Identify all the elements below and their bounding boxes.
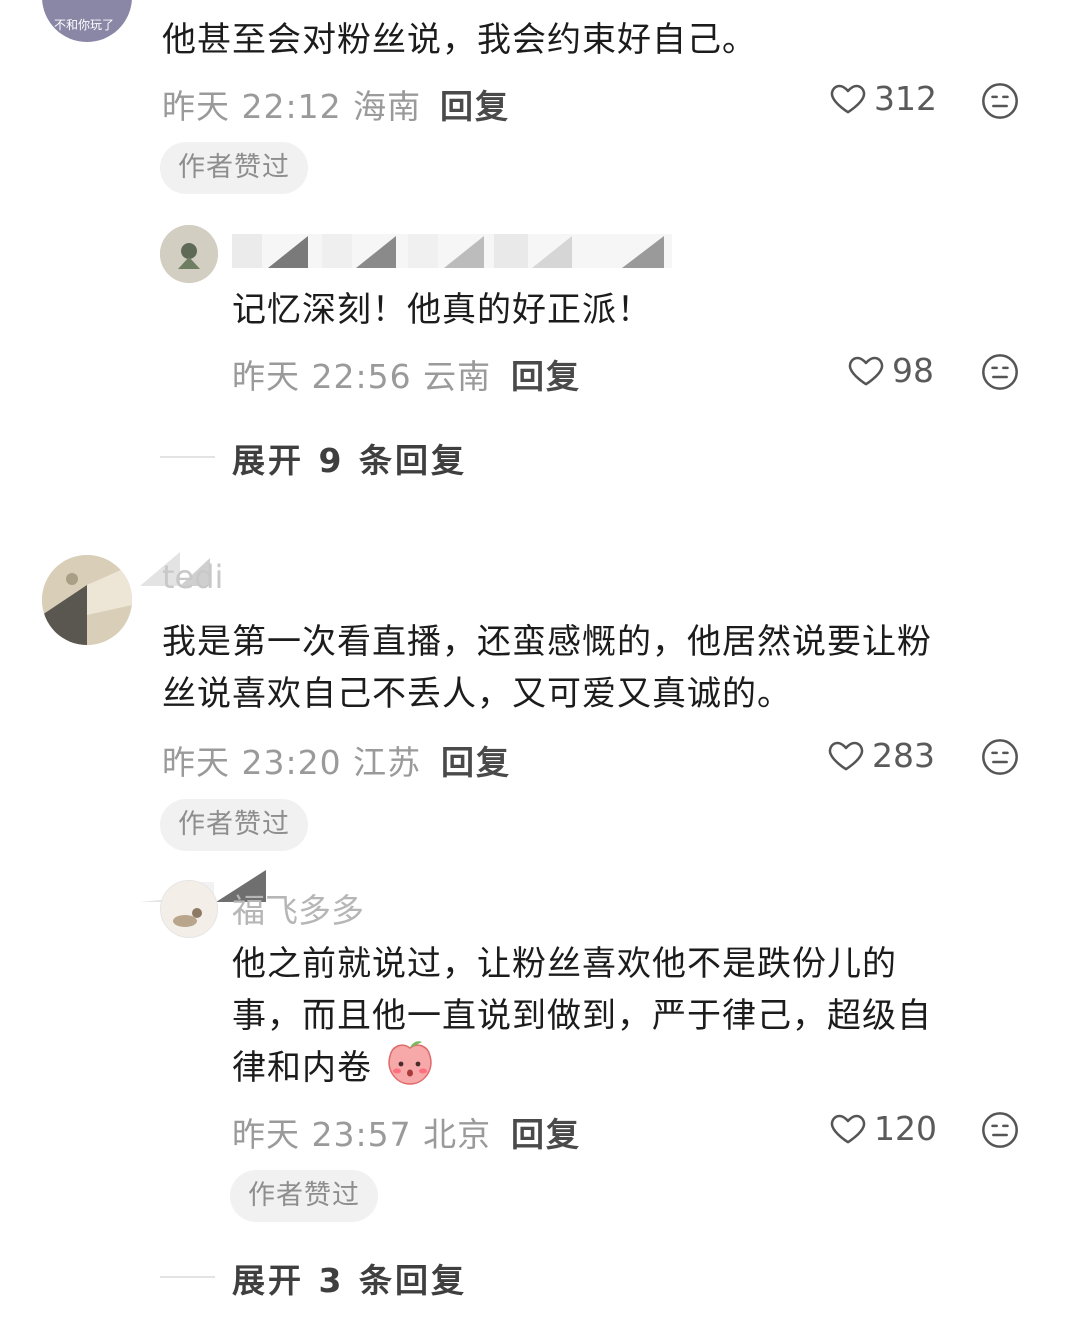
heart-outline-icon bbox=[830, 1114, 866, 1144]
reply-time-location: 昨天 23:57 北京 bbox=[232, 1115, 492, 1154]
expand-divider bbox=[160, 456, 215, 458]
like-count: 98 bbox=[892, 350, 934, 390]
reply-button[interactable]: 回复 bbox=[440, 80, 510, 128]
comment-username[interactable]: tedi bbox=[162, 558, 223, 596]
comment-text: 他甚至会对粉丝说，我会约束好自己。 bbox=[162, 20, 757, 60]
avatar-image-icon bbox=[160, 225, 218, 283]
avatar[interactable]: 不和你玩了 bbox=[42, 0, 132, 42]
avatar-caption: 不和你玩了 bbox=[54, 18, 115, 32]
avatar[interactable] bbox=[42, 555, 132, 645]
like-button[interactable]: 312 bbox=[828, 78, 937, 118]
like-count: 283 bbox=[872, 735, 935, 775]
neutral-face-icon[interactable] bbox=[980, 81, 1020, 121]
like-button[interactable]: 283 bbox=[826, 735, 935, 775]
author-liked-badge: 作者赞过 bbox=[230, 1170, 378, 1222]
expand-divider bbox=[160, 1276, 215, 1278]
reply-text-line: 律和内卷 bbox=[232, 1048, 372, 1088]
expand-replies-button[interactable]: 展开 9 条回复 bbox=[232, 434, 467, 482]
like-button[interactable]: 120 bbox=[828, 1108, 937, 1148]
expand-replies-button[interactable]: 展开 3 条回复 bbox=[232, 1254, 467, 1302]
reply-time-location: 昨天 22:56 云南 bbox=[232, 357, 492, 396]
blurred-username bbox=[232, 230, 672, 270]
reply-text-line: 事，而且他一直说到做到，严于律己，超级自 bbox=[232, 996, 932, 1036]
neutral-face-icon[interactable] bbox=[980, 1110, 1020, 1150]
like-button[interactable]: 98 bbox=[846, 350, 934, 390]
reply-text: 记忆深刻！他真的好正派！ bbox=[232, 290, 652, 330]
heart-outline-icon bbox=[828, 741, 864, 771]
neutral-face-icon[interactable] bbox=[980, 737, 1020, 777]
comment-time-location: 昨天 23:20 江苏 bbox=[162, 743, 422, 782]
reply-button[interactable]: 回复 bbox=[511, 350, 581, 398]
comment-time-location: 昨天 22:12 海南 bbox=[162, 87, 422, 126]
comment-text-line: 我是第一次看直播，还蛮感慨的，他居然说要让粉 bbox=[162, 622, 932, 662]
heart-outline-icon bbox=[830, 84, 866, 114]
neutral-face-icon[interactable] bbox=[980, 352, 1020, 392]
reply-avatar[interactable] bbox=[160, 880, 218, 938]
avatar-image-icon bbox=[161, 881, 217, 937]
reply-avatar[interactable] bbox=[160, 225, 218, 283]
reply-button[interactable]: 回复 bbox=[441, 736, 511, 784]
like-count: 312 bbox=[874, 78, 937, 118]
reply-text-line: 他之前就说过，让粉丝喜欢他不是跌份儿的 bbox=[232, 944, 897, 984]
author-liked-badge: 作者赞过 bbox=[160, 142, 308, 194]
author-liked-badge: 作者赞过 bbox=[160, 799, 308, 851]
blushing-peach-emoji bbox=[388, 1041, 432, 1085]
reply-username[interactable]: 福飞多多 bbox=[232, 884, 364, 932]
heart-outline-icon bbox=[848, 356, 884, 386]
like-count: 120 bbox=[874, 1108, 937, 1148]
reply-button[interactable]: 回复 bbox=[511, 1108, 581, 1156]
comment-text-line: 丝说喜欢自己不丢人，又可爱又真诚的。 bbox=[162, 674, 792, 714]
avatar-image-icon bbox=[42, 555, 132, 645]
